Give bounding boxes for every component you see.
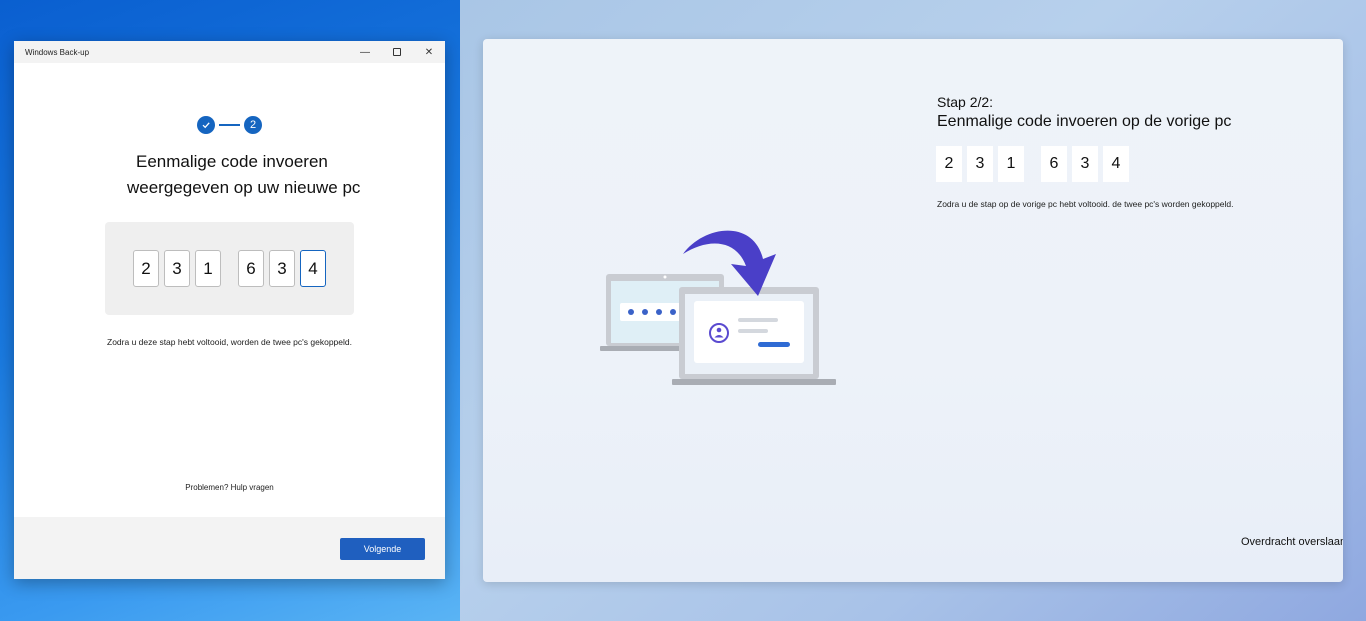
heading-line-1: Eenmalige code invoeren [136, 152, 328, 171]
heading-line-2: weergegeven op uw nieuwe pc [127, 178, 361, 197]
window-title: Windows Back-up [25, 47, 90, 57]
panel-code-digit-3: 1 [998, 146, 1024, 182]
code-digit-2[interactable]: 3 [164, 250, 190, 287]
code-digit-5[interactable]: 3 [269, 250, 295, 287]
help-link[interactable]: Problemen? Hulp vragen [14, 483, 445, 492]
close-icon: ✕ [424, 46, 434, 58]
maximize-button[interactable] [381, 41, 413, 63]
step-indicator: 2 [197, 116, 262, 134]
minimize-button[interactable]: — [349, 41, 381, 63]
panel-code-digit-6: 4 [1103, 146, 1129, 182]
window-footer: Volgende [14, 517, 445, 579]
panel-code-digit-5: 3 [1072, 146, 1098, 182]
next-button[interactable]: Volgende [340, 538, 425, 560]
maximize-icon [393, 48, 401, 56]
page-heading: Eenmalige code invoeren weergegeven op u… [14, 149, 445, 201]
panel-info-text: Zodra u de stap op de vorige pc hebt vol… [937, 199, 1234, 209]
code-input-row: 2 3 1 6 3 4 [133, 250, 331, 287]
pairing-info-text: Zodra u deze stap hebt voltooid, worden … [107, 337, 352, 347]
title-bar: Windows Back-up — ✕ [14, 41, 445, 63]
minimize-icon: — [360, 46, 370, 58]
code-digit-3[interactable]: 1 [195, 250, 221, 287]
panel-code-digit-1: 2 [936, 146, 962, 182]
windows-backup-window: Windows Back-up — ✕ 2 Eenmalige code inv… [14, 41, 445, 579]
step-1-complete [197, 116, 215, 134]
code-digit-4[interactable]: 6 [238, 250, 264, 287]
checkmark-icon [202, 122, 210, 129]
panel-code-digit-2: 3 [967, 146, 993, 182]
laptop-transfer-illustration [600, 230, 836, 385]
code-entry-panel: 2 3 1 6 3 4 [105, 222, 354, 315]
step-2-current: 2 [244, 116, 262, 134]
panel-code-digit-4: 6 [1041, 146, 1067, 182]
code-digit-1[interactable]: 2 [133, 250, 159, 287]
step-label: Stap 2/2: [937, 94, 994, 110]
step-connector [219, 124, 240, 126]
panel-title: Eenmalige code invoeren op de vorige pc [937, 113, 1232, 130]
panel-code-display: 2 3 1 6 3 4 [936, 146, 1134, 182]
code-digit-6[interactable]: 4 [300, 250, 326, 287]
close-button[interactable]: ✕ [413, 41, 445, 63]
skip-transfer-link[interactable]: Overdracht overslaan [1241, 536, 1343, 548]
transfer-panel: Stap 2/2: Eenmalige code invoeren op de … [483, 39, 1343, 582]
